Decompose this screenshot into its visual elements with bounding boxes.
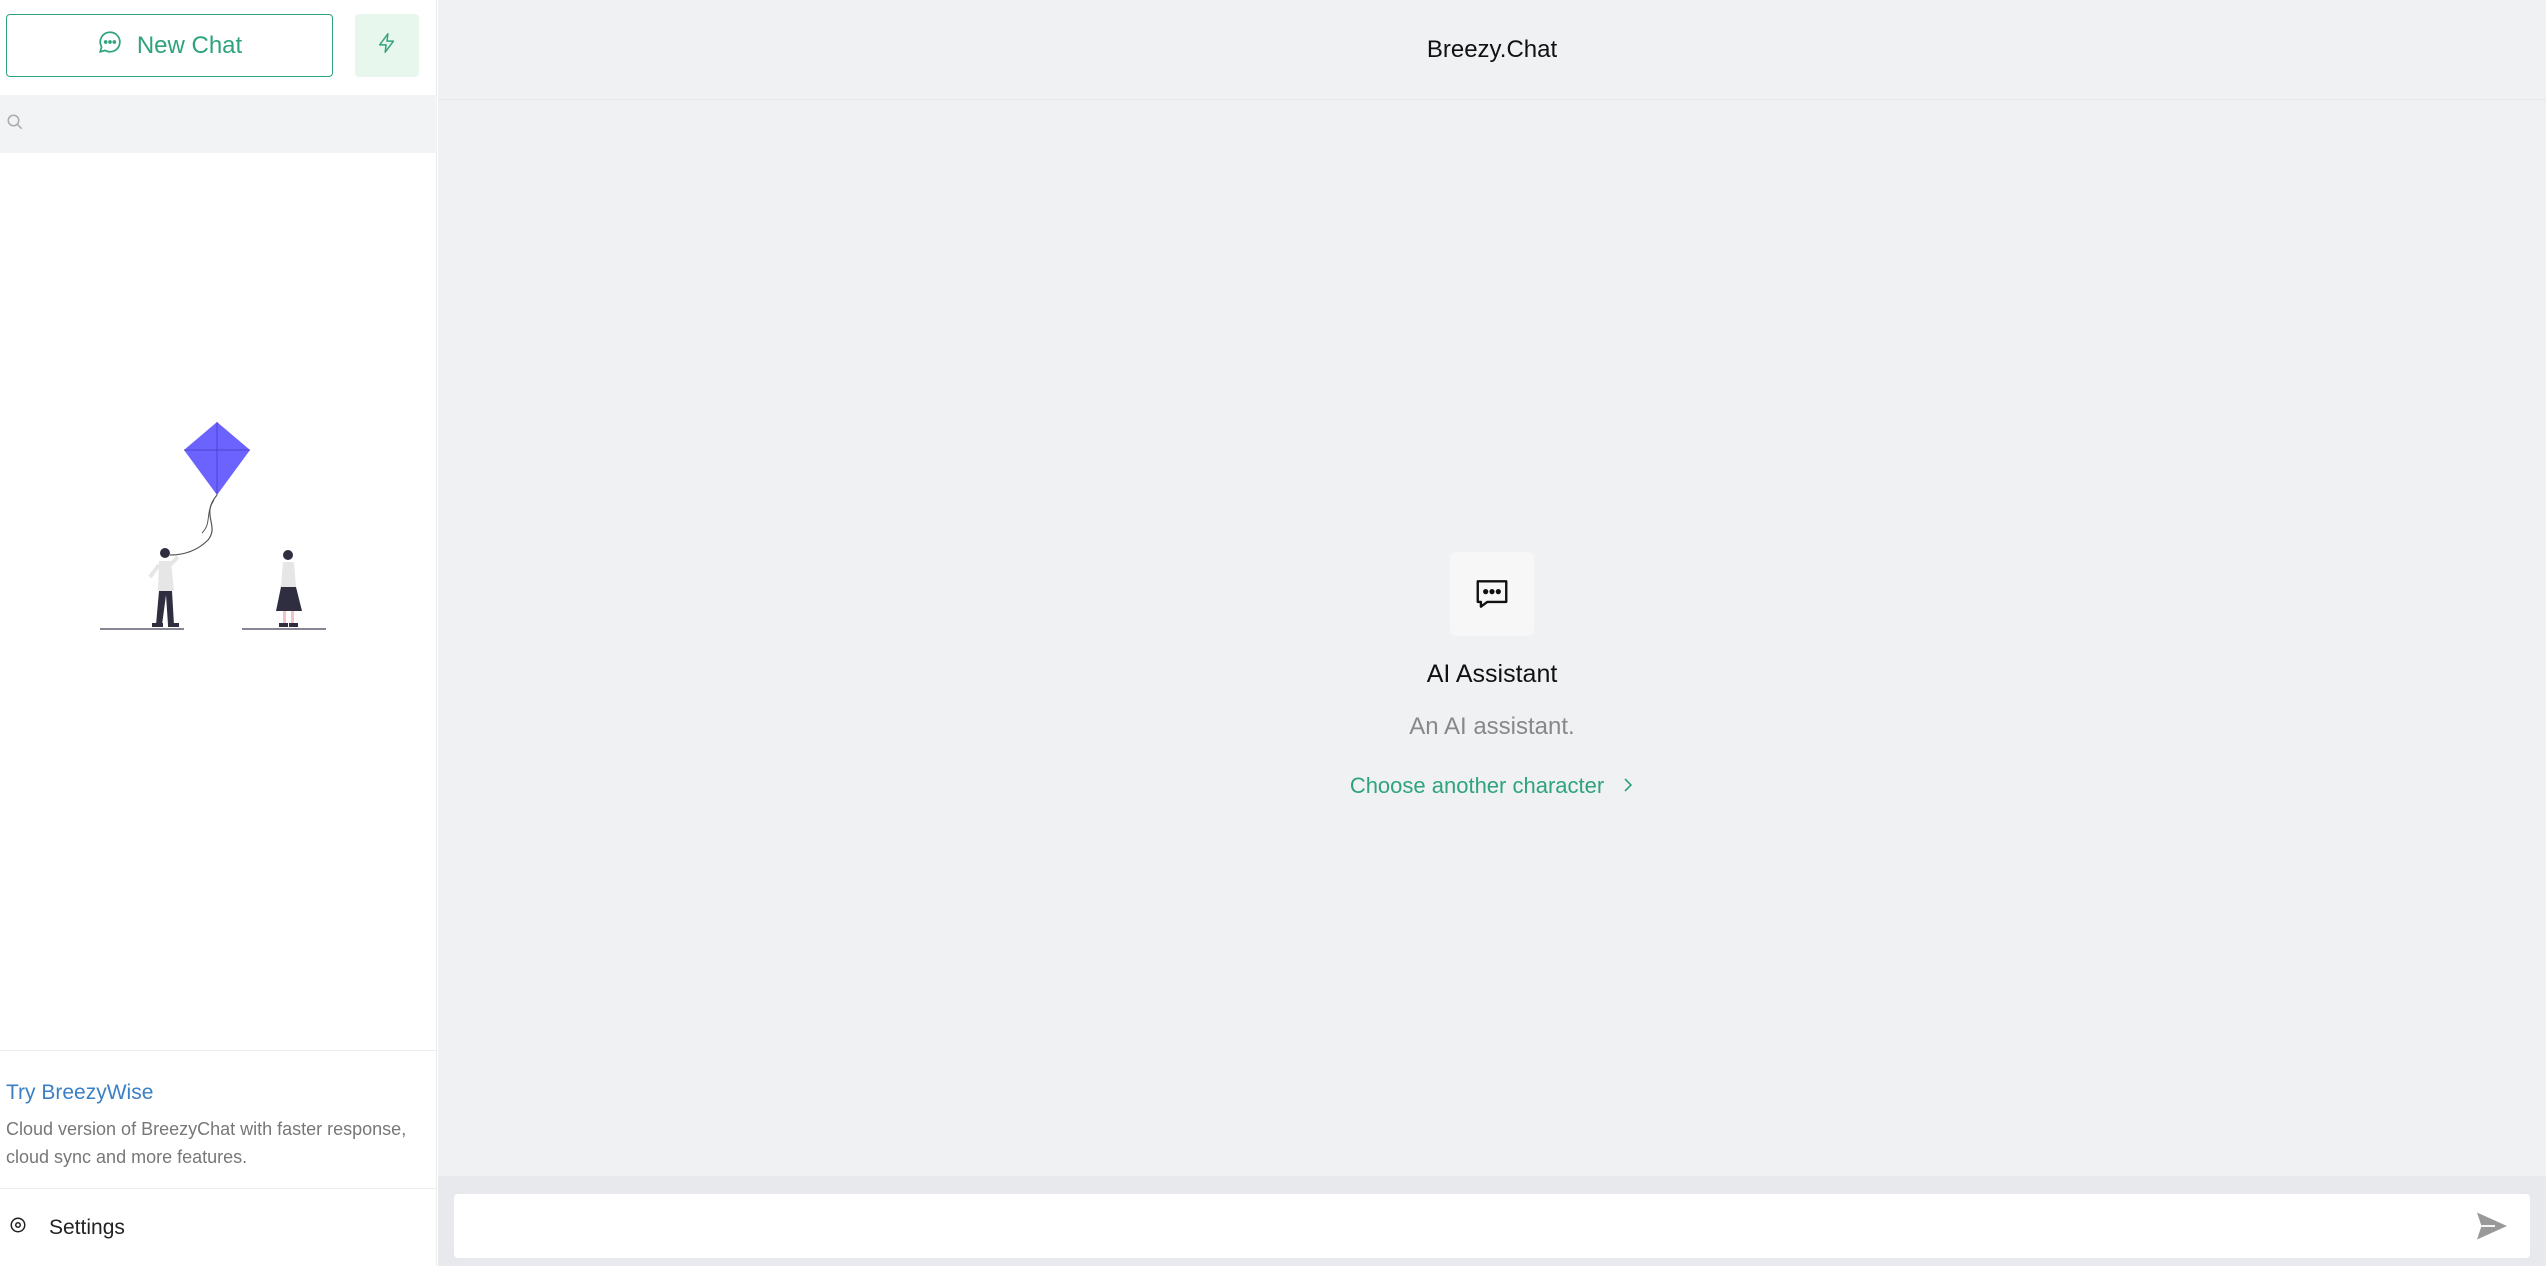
choose-character-label: Choose another character (1349, 773, 1605, 798)
character-description: An AI assistant. (1409, 713, 1575, 740)
sidebar: New Chat Try BreezyWise Cloud version of… (0, 0, 437, 1266)
chevron-right-icon (1622, 773, 1634, 799)
lightning-icon (376, 31, 398, 60)
message-input[interactable] (454, 1194, 2530, 1258)
character-card: AI Assistant An AI assistant. Choose ano… (438, 552, 2546, 799)
search-input[interactable] (32, 95, 437, 153)
search-icon (6, 113, 24, 136)
promo-description: Cloud version of BreezyChat with faster … (6, 1119, 407, 1167)
new-chat-button[interactable]: New Chat (6, 14, 333, 77)
page-title: Breezy.Chat (438, 0, 2546, 100)
search-bar (0, 95, 437, 153)
choose-character-link[interactable]: Choose another character (1350, 773, 1634, 799)
composer-area (438, 1176, 2546, 1266)
settings-button[interactable]: Settings (0, 1188, 437, 1266)
promo-section: Try BreezyWise Cloud version of BreezyCh… (0, 1050, 437, 1188)
settings-label: Settings (49, 1215, 125, 1239)
gear-icon (9, 1216, 27, 1240)
chat-bubble-icon (97, 29, 123, 62)
empty-state-illustration (100, 422, 326, 630)
quick-action-button[interactable] (355, 14, 419, 77)
composer (454, 1194, 2530, 1258)
character-name: AI Assistant (1426, 660, 1558, 688)
chat-dots-icon (1450, 552, 1534, 636)
send-icon[interactable] (2472, 1208, 2512, 1244)
main-panel: Breezy.Chat AI Assistant An AI assistant… (438, 0, 2546, 1266)
promo-link[interactable]: Try BreezyWise (6, 1081, 431, 1105)
new-chat-label: New Chat (136, 31, 243, 59)
